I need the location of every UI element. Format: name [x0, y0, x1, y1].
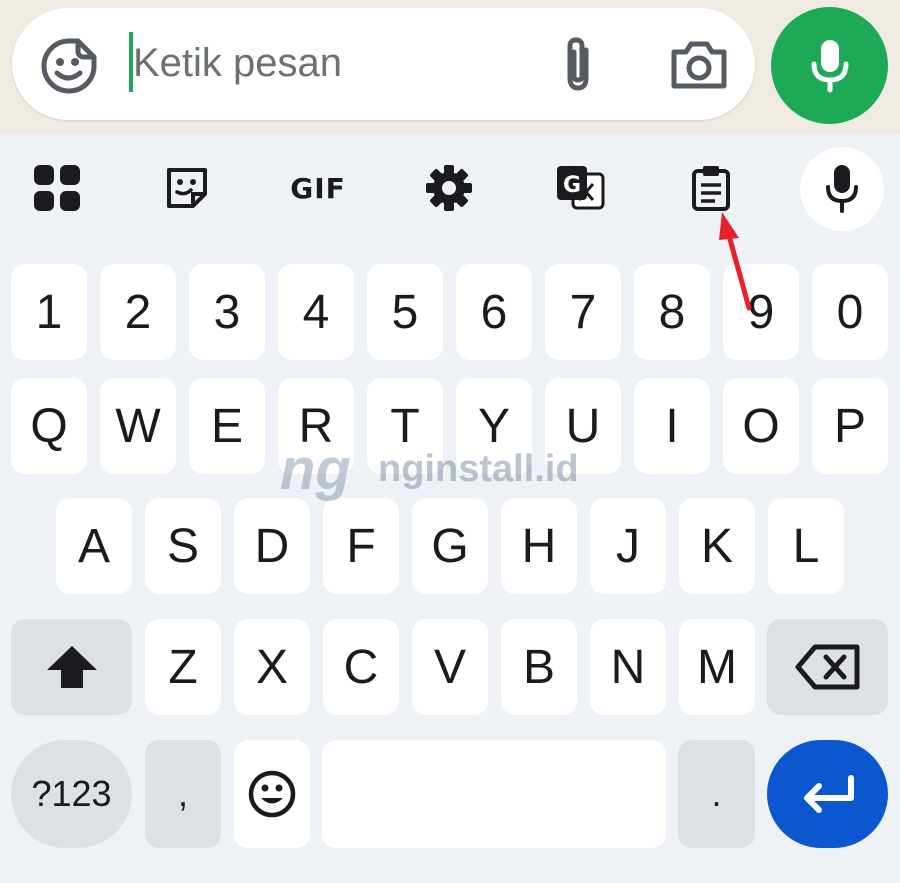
camera-icon[interactable]	[668, 36, 730, 92]
microphone-icon	[811, 39, 848, 92]
message-input[interactable]: Ketik pesan	[133, 35, 342, 91]
key-m[interactable]: M	[679, 619, 755, 715]
period-key[interactable]: .	[678, 740, 755, 848]
key-4[interactable]: 4	[278, 264, 354, 360]
key-1[interactable]: 1	[11, 264, 87, 360]
key-p[interactable]: P	[812, 378, 888, 474]
backspace-key[interactable]	[767, 619, 888, 715]
key-w[interactable]: W	[100, 378, 176, 474]
key-6[interactable]: 6	[456, 264, 532, 360]
key-f[interactable]: F	[323, 498, 399, 594]
key-s[interactable]: S	[145, 498, 221, 594]
key-l[interactable]: L	[768, 498, 844, 594]
translate-icon[interactable]: G	[550, 158, 610, 218]
watermark-logo: ng	[280, 437, 351, 502]
gif-label: GIF	[290, 171, 346, 205]
message-composer	[12, 8, 755, 120]
space-bar[interactable]	[322, 740, 666, 848]
key-k[interactable]: K	[679, 498, 755, 594]
backspace-icon	[795, 644, 859, 690]
key-q[interactable]: Q	[11, 378, 87, 474]
shift-key[interactable]	[11, 619, 132, 715]
enter-key[interactable]	[767, 740, 888, 848]
voice-input-button[interactable]	[800, 147, 884, 231]
sticker-emoji-icon[interactable]	[40, 37, 98, 95]
settings-icon[interactable]	[419, 158, 479, 218]
key-d[interactable]: D	[234, 498, 310, 594]
enter-arrow-icon	[803, 775, 854, 813]
key-0[interactable]: 0	[812, 264, 888, 360]
key-h[interactable]: H	[501, 498, 577, 594]
watermark-text: nginstall.id	[378, 448, 579, 490]
comma-key[interactable]: ,	[145, 740, 221, 848]
key-a[interactable]: A	[56, 498, 132, 594]
key-7[interactable]: 7	[545, 264, 621, 360]
key-z[interactable]: Z	[145, 619, 221, 715]
apps-grid-icon[interactable]	[27, 158, 87, 218]
key-e[interactable]: E	[189, 378, 265, 474]
key-8[interactable]: 8	[634, 264, 710, 360]
voice-input-icon	[826, 165, 858, 213]
key-5[interactable]: 5	[367, 264, 443, 360]
key-3[interactable]: 3	[189, 264, 265, 360]
shift-arrow-icon	[46, 646, 97, 688]
attach-icon[interactable]	[554, 34, 602, 94]
key-g[interactable]: G	[412, 498, 488, 594]
symbols-key[interactable]: ?123	[11, 740, 132, 848]
watermark: ng nginstall.id	[280, 440, 640, 500]
key-b[interactable]: B	[501, 619, 577, 715]
clipboard-icon[interactable]	[681, 158, 741, 218]
key-v[interactable]: V	[412, 619, 488, 715]
smiley-icon	[248, 770, 296, 818]
key-2[interactable]: 2	[100, 264, 176, 360]
send-voice-button[interactable]	[771, 7, 888, 124]
key-x[interactable]: X	[234, 619, 310, 715]
key-j[interactable]: J	[590, 498, 666, 594]
sticker-icon[interactable]	[157, 158, 217, 218]
key-9[interactable]: 9	[723, 264, 799, 360]
emoji-key[interactable]	[234, 740, 310, 848]
key-n[interactable]: N	[590, 619, 666, 715]
key-c[interactable]: C	[323, 619, 399, 715]
key-o[interactable]: O	[723, 378, 799, 474]
svg-text:G: G	[563, 173, 581, 198]
key-i[interactable]: I	[634, 378, 710, 474]
gif-button[interactable]: GIF	[288, 158, 348, 218]
